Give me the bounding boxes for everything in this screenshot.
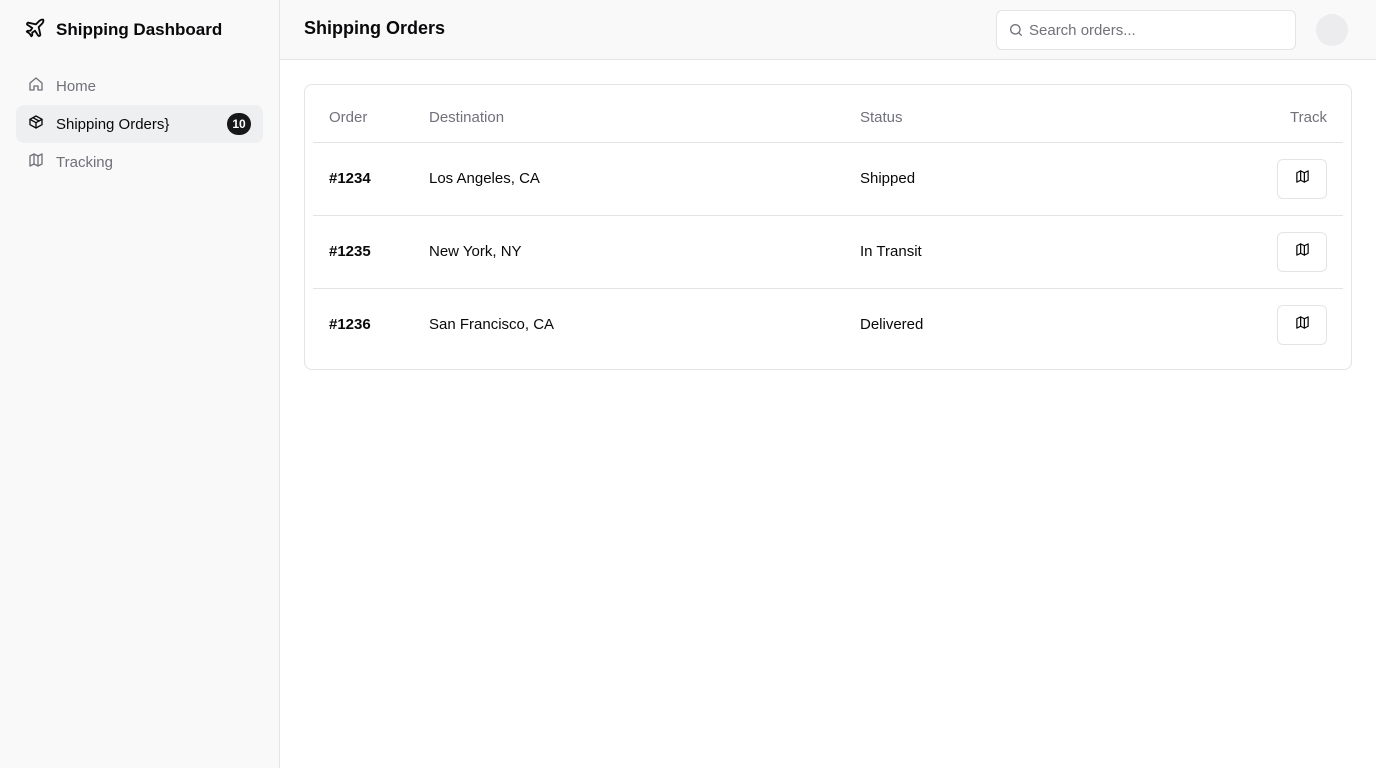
brand[interactable]: Shipping Dashboard <box>24 18 222 42</box>
topbar: Shipping Orders <box>280 0 1376 60</box>
order-destination: Los Angeles, CA <box>429 142 860 216</box>
track-button[interactable] <box>1277 231 1327 272</box>
track-cell <box>1160 215 1343 289</box>
order-destination: New York, NY <box>429 215 860 289</box>
sidebar-item-label: Home <box>56 77 97 95</box>
sidebar-nav: Home Shipping Orders} 10 Tracking <box>16 67 263 181</box>
orders-table: Order Destination Status Track #1234 Los… <box>313 93 1343 361</box>
plane-icon <box>24 17 46 44</box>
sidebar-item-home[interactable]: Home <box>16 67 263 105</box>
table-row: #1236 San Francisco, CA Delivered <box>313 288 1343 361</box>
home-icon <box>28 76 44 96</box>
order-status: In Transit <box>860 215 1160 289</box>
search-input[interactable] <box>997 11 1295 49</box>
map-icon <box>1295 242 1310 261</box>
column-header-track[interactable]: Track <box>1160 93 1343 143</box>
track-cell <box>1160 288 1343 361</box>
column-header-destination[interactable]: Destination <box>429 93 860 143</box>
search-box <box>996 10 1296 50</box>
map-icon <box>1295 169 1310 188</box>
app-title: Shipping Dashboard <box>56 20 223 39</box>
table-row: #1235 New York, NY In Transit <box>313 215 1343 289</box>
content: Order Destination Status Track #1234 Los… <box>280 60 1376 768</box>
order-destination: San Francisco, CA <box>429 316 555 334</box>
track-cell <box>1160 142 1343 216</box>
column-header-status[interactable]: Status <box>860 93 1160 143</box>
order-id: #1234 <box>313 142 429 216</box>
package-icon <box>28 114 44 134</box>
orders-card: Order Destination Status Track #1234 Los… <box>304 84 1352 370</box>
map-icon <box>28 152 44 172</box>
track-button[interactable] <box>1277 158 1327 199</box>
count-badge: 10 <box>227 113 251 135</box>
order-id: #1235 <box>313 215 429 289</box>
table-row: #1234 Los Angeles, CA Shipped <box>313 142 1343 216</box>
track-button[interactable] <box>1277 304 1327 345</box>
sidebar-item-label: Tracking <box>56 153 113 171</box>
main-area: Shipping Orders Order D <box>280 0 1376 768</box>
sidebar-item-shipping-orders[interactable]: Shipping Orders} 10 <box>16 105 263 143</box>
app-shell: Shipping Dashboard Home Shipping Orders}… <box>0 0 1376 768</box>
sidebar-item-label: Shipping Orders} <box>56 115 170 133</box>
column-header-order[interactable]: Order <box>313 93 429 143</box>
order-status: Delivered <box>860 316 924 334</box>
page-title: Shipping Orders <box>304 18 446 38</box>
map-icon <box>1295 315 1310 334</box>
order-status: Shipped <box>860 142 1160 216</box>
order-id: #1236 <box>329 316 371 334</box>
avatar[interactable] <box>1316 14 1348 46</box>
sidebar-item-tracking[interactable]: Tracking <box>16 143 263 181</box>
table-header-row: Order Destination Status Track <box>313 93 1343 143</box>
sidebar: Shipping Dashboard Home Shipping Orders}… <box>0 0 280 768</box>
